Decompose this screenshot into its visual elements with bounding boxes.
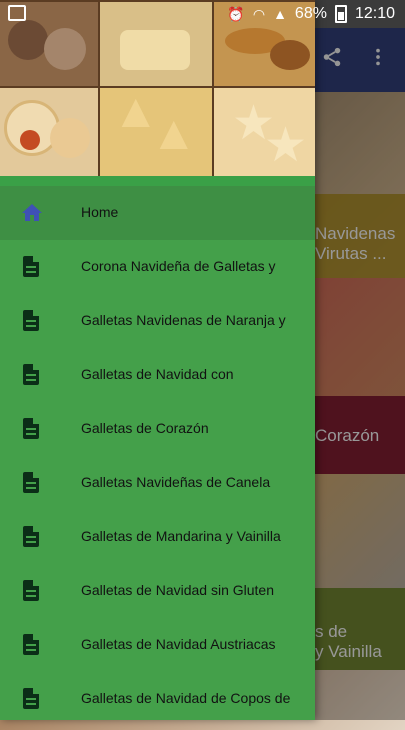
drawer-item-recipe[interactable]: Galletas de Navidad sin Gluten <box>0 564 315 618</box>
wifi-icon: ◠ <box>252 5 266 22</box>
screenshot-notification-icon <box>8 5 26 21</box>
battery-icon <box>334 5 347 23</box>
document-icon <box>20 687 44 711</box>
drawer-menu: Home Corona Navideña de Galletas y Galle… <box>0 186 315 726</box>
tree-cookie: ▲ <box>150 107 198 160</box>
drawer-item-label: Galletas de Navidad con <box>81 366 234 382</box>
drawer-scrim[interactable] <box>315 28 405 720</box>
cookie <box>120 30 190 70</box>
document-icon <box>20 579 44 603</box>
drawer-item-label: Galletas de Navidad Austriacas <box>81 636 276 652</box>
cookie <box>270 40 310 70</box>
document-icon <box>20 525 44 549</box>
document-icon <box>20 363 44 387</box>
star-cookie: ★ <box>264 119 308 172</box>
drawer-item-label: Galletas Navideñas de Canela <box>81 474 271 490</box>
drawer-item-recipe[interactable]: Galletas de Corazón <box>0 402 315 456</box>
cookie <box>50 118 90 158</box>
drawer-item-recipe[interactable]: Galletas de Navidad Austriacas <box>0 618 315 672</box>
drawer-header-divider <box>0 176 315 186</box>
document-icon <box>20 309 44 333</box>
document-icon <box>20 471 44 495</box>
drawer-item-label: Galletas de Corazón <box>81 420 209 436</box>
drawer-item-label: Home <box>81 204 119 220</box>
navigation-drawer: ▲ ▲ ★ ★ Home Corona Navideña de Galletas… <box>0 0 315 720</box>
drawer-item-label: Galletas de Navidad sin Gluten <box>81 582 274 598</box>
document-icon <box>20 255 44 279</box>
drawer-item-recipe[interactable]: Galletas de Navidad con <box>0 348 315 402</box>
drawer-item-recipe[interactable]: Corona Navideña de Galletas y <box>0 240 315 294</box>
document-icon <box>20 633 44 657</box>
drawer-item-recipe[interactable]: Galletas de Mandarina y Vainilla <box>0 510 315 564</box>
home-icon <box>20 201 44 225</box>
clock: 12:10 <box>354 5 395 22</box>
drawer-item-label: Corona Navideña de Galletas y <box>81 258 276 274</box>
cookie <box>44 28 86 70</box>
document-icon <box>20 417 44 441</box>
drawer-item-label: Galletas de Navidad de Copos de <box>81 690 291 706</box>
drawer-item-label: Galletas Navidenas de Naranja y <box>81 312 286 328</box>
drawer-item-recipe[interactable]: Galletas Navidenas de Naranja y <box>0 294 315 348</box>
drawer-item-recipe[interactable]: Galletas Navideñas de Canela <box>0 456 315 510</box>
drawer-item-recipe[interactable]: Galletas de Navidad de Copos de <box>0 672 315 726</box>
drawer-item-home[interactable]: Home <box>0 186 315 240</box>
drawer-item-label: Galletas de Mandarina y Vainilla <box>81 528 281 544</box>
jam-cookie-center <box>20 130 40 150</box>
alarm-icon: ⏰ <box>227 5 245 22</box>
status-bar: ⏰ ◠ ▲ 68% 12:10 <box>0 0 405 28</box>
signal-icon: ▲ <box>273 6 287 22</box>
battery-percent: 68% <box>294 5 327 22</box>
